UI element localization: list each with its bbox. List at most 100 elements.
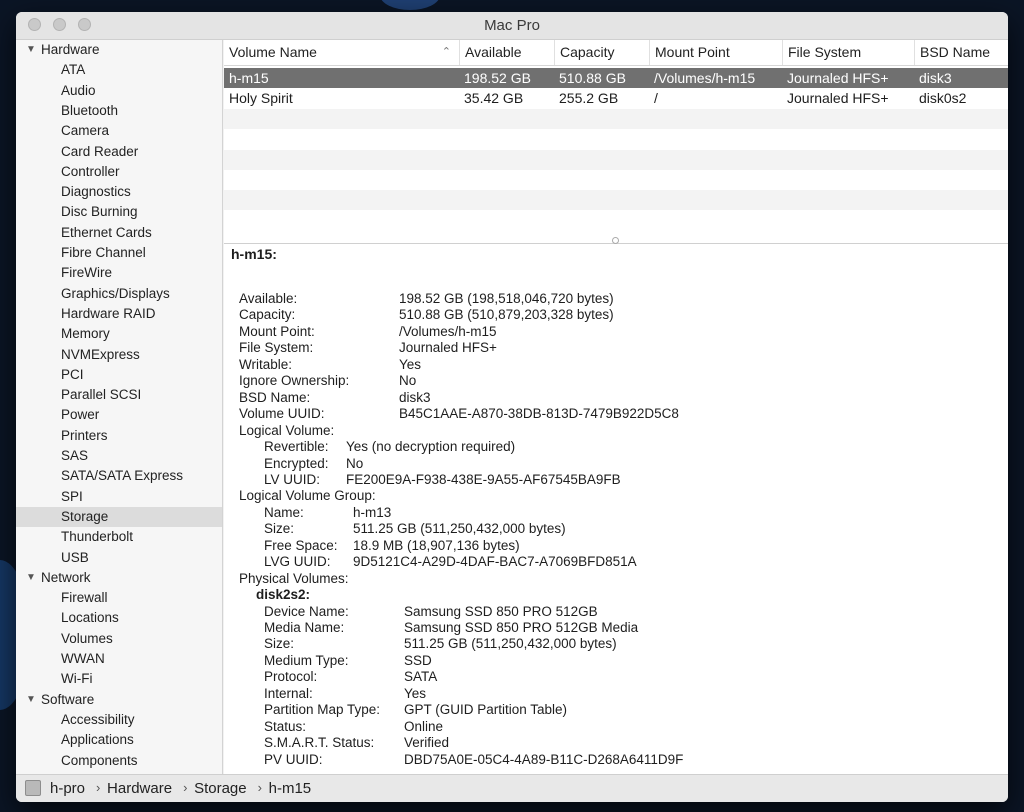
sidebar-item-label: Graphics/Displays (61, 285, 170, 301)
sidebar-item-label: Accessibility (61, 711, 135, 727)
detail-value: h-m13 (353, 504, 392, 520)
sidebar-item-audio[interactable]: Audio (16, 81, 222, 101)
details-title: h-m15: (231, 246, 277, 262)
sidebar-item-memory[interactable]: Memory (16, 324, 222, 344)
sidebar-item-label: WWAN (61, 651, 105, 666)
detail-key-internal: Internal: (264, 685, 313, 701)
detail-key-size: Size: (264, 521, 295, 537)
column-header-volume-name[interactable]: Volume Name ⌃ (224, 40, 459, 65)
detail-key-name: Name: (264, 504, 304, 520)
sidebar-item-label: Storage (61, 508, 109, 524)
detail-key-medium-type: Medium Type: (264, 652, 349, 668)
column-header-available[interactable]: Available (459, 40, 554, 65)
sidebar-item-locations[interactable]: Locations (16, 608, 222, 628)
sidebar-item-controller[interactable]: Controller (16, 162, 222, 182)
sidebar-item-label: Firewall (61, 590, 108, 606)
disclosure-triangle-icon[interactable]: ▼ (26, 568, 36, 588)
detail-value: Yes (404, 685, 427, 701)
chevron-right-icon: › (257, 780, 262, 795)
detail-key-device-name: Device Name: (264, 603, 349, 619)
sidebar-item-sas[interactable]: SAS (16, 446, 222, 466)
sidebar-item-accessibility[interactable]: Accessibility (16, 710, 222, 730)
detail-value: Verified (404, 735, 450, 751)
table-row[interactable]: h-m15 198.52 GB 510.88 GB/Volumes/h-m15 Jou… (224, 68, 1008, 88)
column-header-mount-point[interactable]: Mount Point (649, 40, 782, 65)
breadcrumb-item-h-pro[interactable]: h-pro (50, 780, 85, 797)
sidebar-tree: ▼ Hardware ATA Audio Bluetooth Camera Card Rea… (16, 40, 223, 774)
detail-value: 511.25 GB (511,250,432,000 bytes) (404, 636, 617, 652)
breadcrumb-item-storage[interactable]: Storage (194, 780, 247, 797)
sidebar-item-card-reader[interactable]: Card Reader (16, 142, 222, 162)
sidebar-item-label: Parallel SCSI (61, 387, 142, 403)
column-header-bsd-name[interactable]: BSD Name (914, 40, 1008, 65)
detail-value: GPT (GUID Partition Table) (404, 702, 568, 718)
sidebar-item-spi[interactable]: SPI (16, 487, 222, 507)
breadcrumb-item-hardware[interactable]: Hardware (107, 780, 172, 797)
sidebar-item-disc-burning[interactable]: Disc Burning (16, 202, 222, 222)
sidebar-item-label: FireWire (61, 265, 112, 281)
splitter-handle[interactable] (612, 237, 619, 244)
sidebar-item-wi-fi[interactable]: Wi-Fi (16, 669, 222, 689)
sidebar-item-fibre-channel[interactable]: Fibre Channel (16, 243, 222, 263)
sidebar-item-firewire[interactable]: FireWire (16, 263, 222, 283)
sidebar-item-label: PCI (61, 366, 84, 382)
sidebar-item-printers[interactable]: Printers (16, 426, 222, 446)
table-cell-bsd-name: disk3 (919, 70, 952, 86)
sidebar-item-camera[interactable]: Camera (16, 121, 222, 141)
table-cell-capacity: 510.88 GB (559, 70, 626, 86)
sidebar-item-pci[interactable]: PCI (16, 365, 222, 385)
sidebar-item-label: Bluetooth (61, 102, 119, 118)
column-header-label: Volume Name (229, 44, 317, 60)
sidebar-item-applications[interactable]: Applications (16, 730, 222, 750)
sidebar-item-diagnostics[interactable]: Diagnostics (16, 182, 222, 202)
sidebar-item-ata[interactable]: ATA (16, 60, 222, 80)
path-bar: h-pro › Hardware › Storage › h-m15 (16, 774, 1008, 802)
sidebar-item-power[interactable]: Power (16, 405, 222, 425)
detail-key-volume-uuid: Volume UUID: (239, 406, 325, 422)
sidebar-item-wwan[interactable]: WWAN (16, 649, 222, 669)
sidebar-item-storage[interactable]: Storage (16, 506, 222, 527)
sidebar-item-volumes[interactable]: Volumes (16, 629, 222, 649)
sidebar-item-label: Power (61, 407, 100, 423)
sidebar-section-software[interactable]: ▼ Software (16, 690, 222, 710)
sidebar-section-network[interactable]: ▼ Network (16, 568, 222, 588)
disclosure-triangle-icon[interactable]: ▼ (26, 40, 36, 60)
sidebar-item-label: SPI (61, 488, 83, 504)
detail-value: 9D5121C4-A29D-4DAF-BAC7-A7069BFD851A (353, 554, 637, 570)
column-header-file-system[interactable]: File System (782, 40, 914, 65)
sidebar-item-label: Wi-Fi (61, 671, 93, 687)
detail-key-encrypted: Encrypted: (264, 455, 329, 471)
sidebar-section-hardware[interactable]: ▼ Hardware (16, 40, 222, 60)
column-header-label: Available (465, 44, 522, 60)
sidebar-section-label: Software (41, 691, 95, 707)
sidebar-item-label: Locations (61, 610, 119, 626)
sidebar-item-label: Components (61, 752, 138, 768)
sidebar-item-parallel-scsi[interactable]: Parallel SCSI (16, 385, 222, 405)
table-row-empty (224, 211, 1008, 231)
breadcrumb-item-h-m15[interactable]: h-m15 (269, 780, 312, 797)
detail-key-mount-point: Mount Point: (239, 323, 315, 339)
sidebar-item-label: Fibre Channel (61, 245, 146, 260)
detail-key-ignore-ownership: Ignore Ownership: (239, 373, 350, 389)
column-header-capacity[interactable]: Capacity (554, 40, 649, 65)
sidebar-item-components[interactable]: Components (16, 751, 222, 771)
sidebar-item-usb[interactable]: USB (16, 548, 222, 568)
table-row[interactable]: Holy Spirit 35.42 GB 255.2 GB / Journaled HF… (224, 88, 1008, 108)
column-header-label: Mount Point (655, 44, 730, 60)
sidebar-section-label: Hardware (41, 42, 100, 57)
sidebar-item-ethernet-cards[interactable]: Ethernet Cards (16, 223, 222, 243)
sidebar-item-nvmexpress[interactable]: NVMExpress (16, 345, 222, 365)
table-cell-mount-point: / (654, 90, 658, 107)
sidebar-item-graphics-displays[interactable]: Graphics/Displays (16, 284, 222, 304)
hard-drive-icon (25, 780, 41, 796)
sidebar-item-label: Diagnostics (61, 184, 131, 200)
sort-ascending-icon[interactable]: ⌃ (442, 40, 451, 65)
sidebar-item-label: Controller (61, 163, 120, 179)
sidebar-item-hardware-raid[interactable]: Hardware RAID (16, 304, 222, 324)
disclosure-triangle-icon[interactable]: ▼ (26, 690, 36, 710)
sidebar-item-firewall[interactable]: Firewall (16, 588, 222, 608)
sidebar-item-sata-sata-express[interactable]: SATA/SATA Express (16, 466, 222, 486)
detail-key-lv-uuid: LV UUID: (264, 471, 321, 487)
sidebar-item-thunderbolt[interactable]: Thunderbolt (16, 527, 222, 547)
sidebar-item-bluetooth[interactable]: Bluetooth (16, 101, 222, 121)
